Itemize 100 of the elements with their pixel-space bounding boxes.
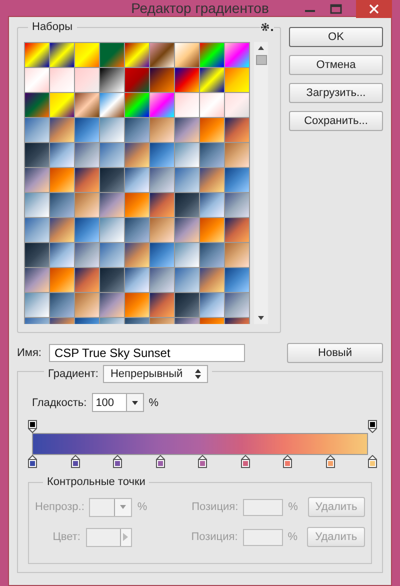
gradient-swatch[interactable] [200, 193, 224, 217]
gradient-swatch[interactable] [225, 243, 249, 267]
gradient-swatch[interactable] [50, 193, 74, 217]
gradient-swatch[interactable] [225, 118, 249, 142]
gradient-swatch[interactable] [25, 168, 49, 192]
gradient-swatch[interactable] [125, 168, 149, 192]
gradient-swatch[interactable] [175, 168, 199, 192]
scroll-thumb[interactable] [256, 55, 266, 65]
gradient-swatch[interactable] [75, 93, 99, 117]
color-stop[interactable] [240, 455, 250, 468]
gradient-swatch[interactable] [25, 218, 49, 242]
gradient-swatch[interactable] [125, 218, 149, 242]
gradient-swatch[interactable] [200, 293, 224, 317]
gradient-swatch[interactable] [125, 93, 149, 117]
gradient-swatch[interactable] [225, 168, 249, 192]
gradient-swatch[interactable] [125, 243, 149, 267]
gradient-swatch[interactable] [25, 93, 49, 117]
gradient-swatch[interactable] [225, 268, 249, 292]
gradient-swatch[interactable] [175, 268, 199, 292]
gradient-swatch[interactable] [175, 143, 199, 167]
gradient-swatch[interactable] [150, 143, 174, 167]
opacity-stop[interactable] [28, 420, 37, 433]
gradient-swatch[interactable] [175, 193, 199, 217]
gradient-swatch[interactable] [100, 218, 124, 242]
smoothness-field[interactable]: 100 [92, 393, 144, 412]
color-stop[interactable] [28, 455, 37, 468]
gradient-swatch[interactable] [50, 218, 74, 242]
gradient-swatch[interactable] [150, 118, 174, 142]
gradient-swatch[interactable] [100, 93, 124, 117]
color-stop[interactable] [368, 455, 377, 468]
gradient-swatch[interactable] [175, 43, 199, 67]
gradient-swatch[interactable] [200, 243, 224, 267]
gradient-swatch[interactable] [200, 93, 224, 117]
gradient-swatch[interactable] [50, 43, 74, 67]
gradient-swatch[interactable] [100, 243, 124, 267]
gradient-swatch[interactable] [100, 268, 124, 292]
gradient-swatch[interactable] [225, 43, 249, 67]
gradient-swatch[interactable] [100, 143, 124, 167]
gradient-swatch[interactable] [225, 93, 249, 117]
gradient-swatch[interactable] [75, 168, 99, 192]
color-stop[interactable] [156, 455, 164, 468]
gradient-swatch[interactable] [75, 293, 99, 317]
gradient-swatch[interactable] [225, 293, 249, 317]
gradient-swatch[interactable] [150, 93, 174, 117]
color-stop[interactable] [198, 455, 207, 468]
gradient-swatch[interactable] [125, 68, 149, 92]
gradient-swatch[interactable] [200, 168, 224, 192]
gradient-swatch[interactable] [75, 68, 99, 92]
gradient-swatch[interactable] [125, 293, 149, 317]
gradient-swatch[interactable] [50, 268, 74, 292]
gradient-swatch[interactable] [150, 168, 174, 192]
name-field[interactable]: CSP True Sky Sunset [49, 344, 246, 362]
maximize-icon[interactable] [330, 4, 342, 14]
gradient-swatch[interactable] [75, 143, 99, 167]
gradient-swatch[interactable] [200, 268, 224, 292]
gradient-swatch[interactable] [25, 293, 49, 317]
gradient-swatch[interactable] [75, 268, 99, 292]
color-stop[interactable] [283, 455, 292, 468]
gradient-bar[interactable] [32, 433, 368, 455]
dialog-button[interactable]: Отмена [289, 55, 383, 75]
gradient-swatch[interactable] [200, 143, 224, 167]
gradient-swatch[interactable] [50, 143, 74, 167]
gradient-swatch[interactable] [150, 68, 174, 92]
scroll-up-icon[interactable] [257, 45, 265, 51]
gradient-swatch[interactable] [25, 68, 49, 92]
gradient-swatch[interactable] [100, 193, 124, 217]
new-button[interactable]: Новый [287, 343, 383, 363]
gradient-swatch[interactable] [225, 193, 249, 217]
gradient-swatch[interactable] [200, 118, 224, 142]
gradient-swatch[interactable] [125, 193, 149, 217]
dialog-button[interactable]: Загрузить... [289, 83, 383, 103]
gradient-swatch[interactable] [25, 118, 49, 142]
gradient-swatch[interactable] [75, 243, 99, 267]
scrollbar[interactable] [254, 42, 268, 324]
gradient-swatch[interactable] [200, 43, 224, 67]
gradient-swatch[interactable] [150, 243, 174, 267]
gradient-swatch[interactable] [225, 68, 249, 92]
gradient-swatch[interactable] [225, 218, 249, 242]
gradient-swatch[interactable] [200, 218, 224, 242]
gradient-swatch[interactable] [75, 43, 99, 67]
gradient-swatch[interactable] [150, 218, 174, 242]
gradient-swatch[interactable] [75, 118, 99, 142]
dialog-button[interactable]: OK [289, 27, 383, 47]
gradient-swatch[interactable] [125, 143, 149, 167]
gradient-swatch[interactable] [50, 293, 74, 317]
color-stop[interactable] [326, 455, 334, 468]
gradient-swatch[interactable] [75, 218, 99, 242]
gradient-type-dropdown[interactable]: Непрерывный [103, 365, 208, 383]
gradient-swatch[interactable] [25, 243, 49, 267]
gradient-swatch[interactable] [100, 68, 124, 92]
gradient-swatch[interactable] [100, 293, 124, 317]
close-button[interactable] [356, 0, 392, 18]
gradient-swatch[interactable] [125, 43, 149, 67]
gradient-swatch[interactable] [50, 243, 74, 267]
gradient-swatch[interactable] [25, 268, 49, 292]
gradient-swatch[interactable] [225, 143, 249, 167]
settings-icon[interactable] [260, 22, 274, 32]
opacity-stop[interactable] [368, 420, 377, 433]
gradient-swatch[interactable] [100, 118, 124, 142]
gradient-swatch[interactable] [100, 168, 124, 192]
